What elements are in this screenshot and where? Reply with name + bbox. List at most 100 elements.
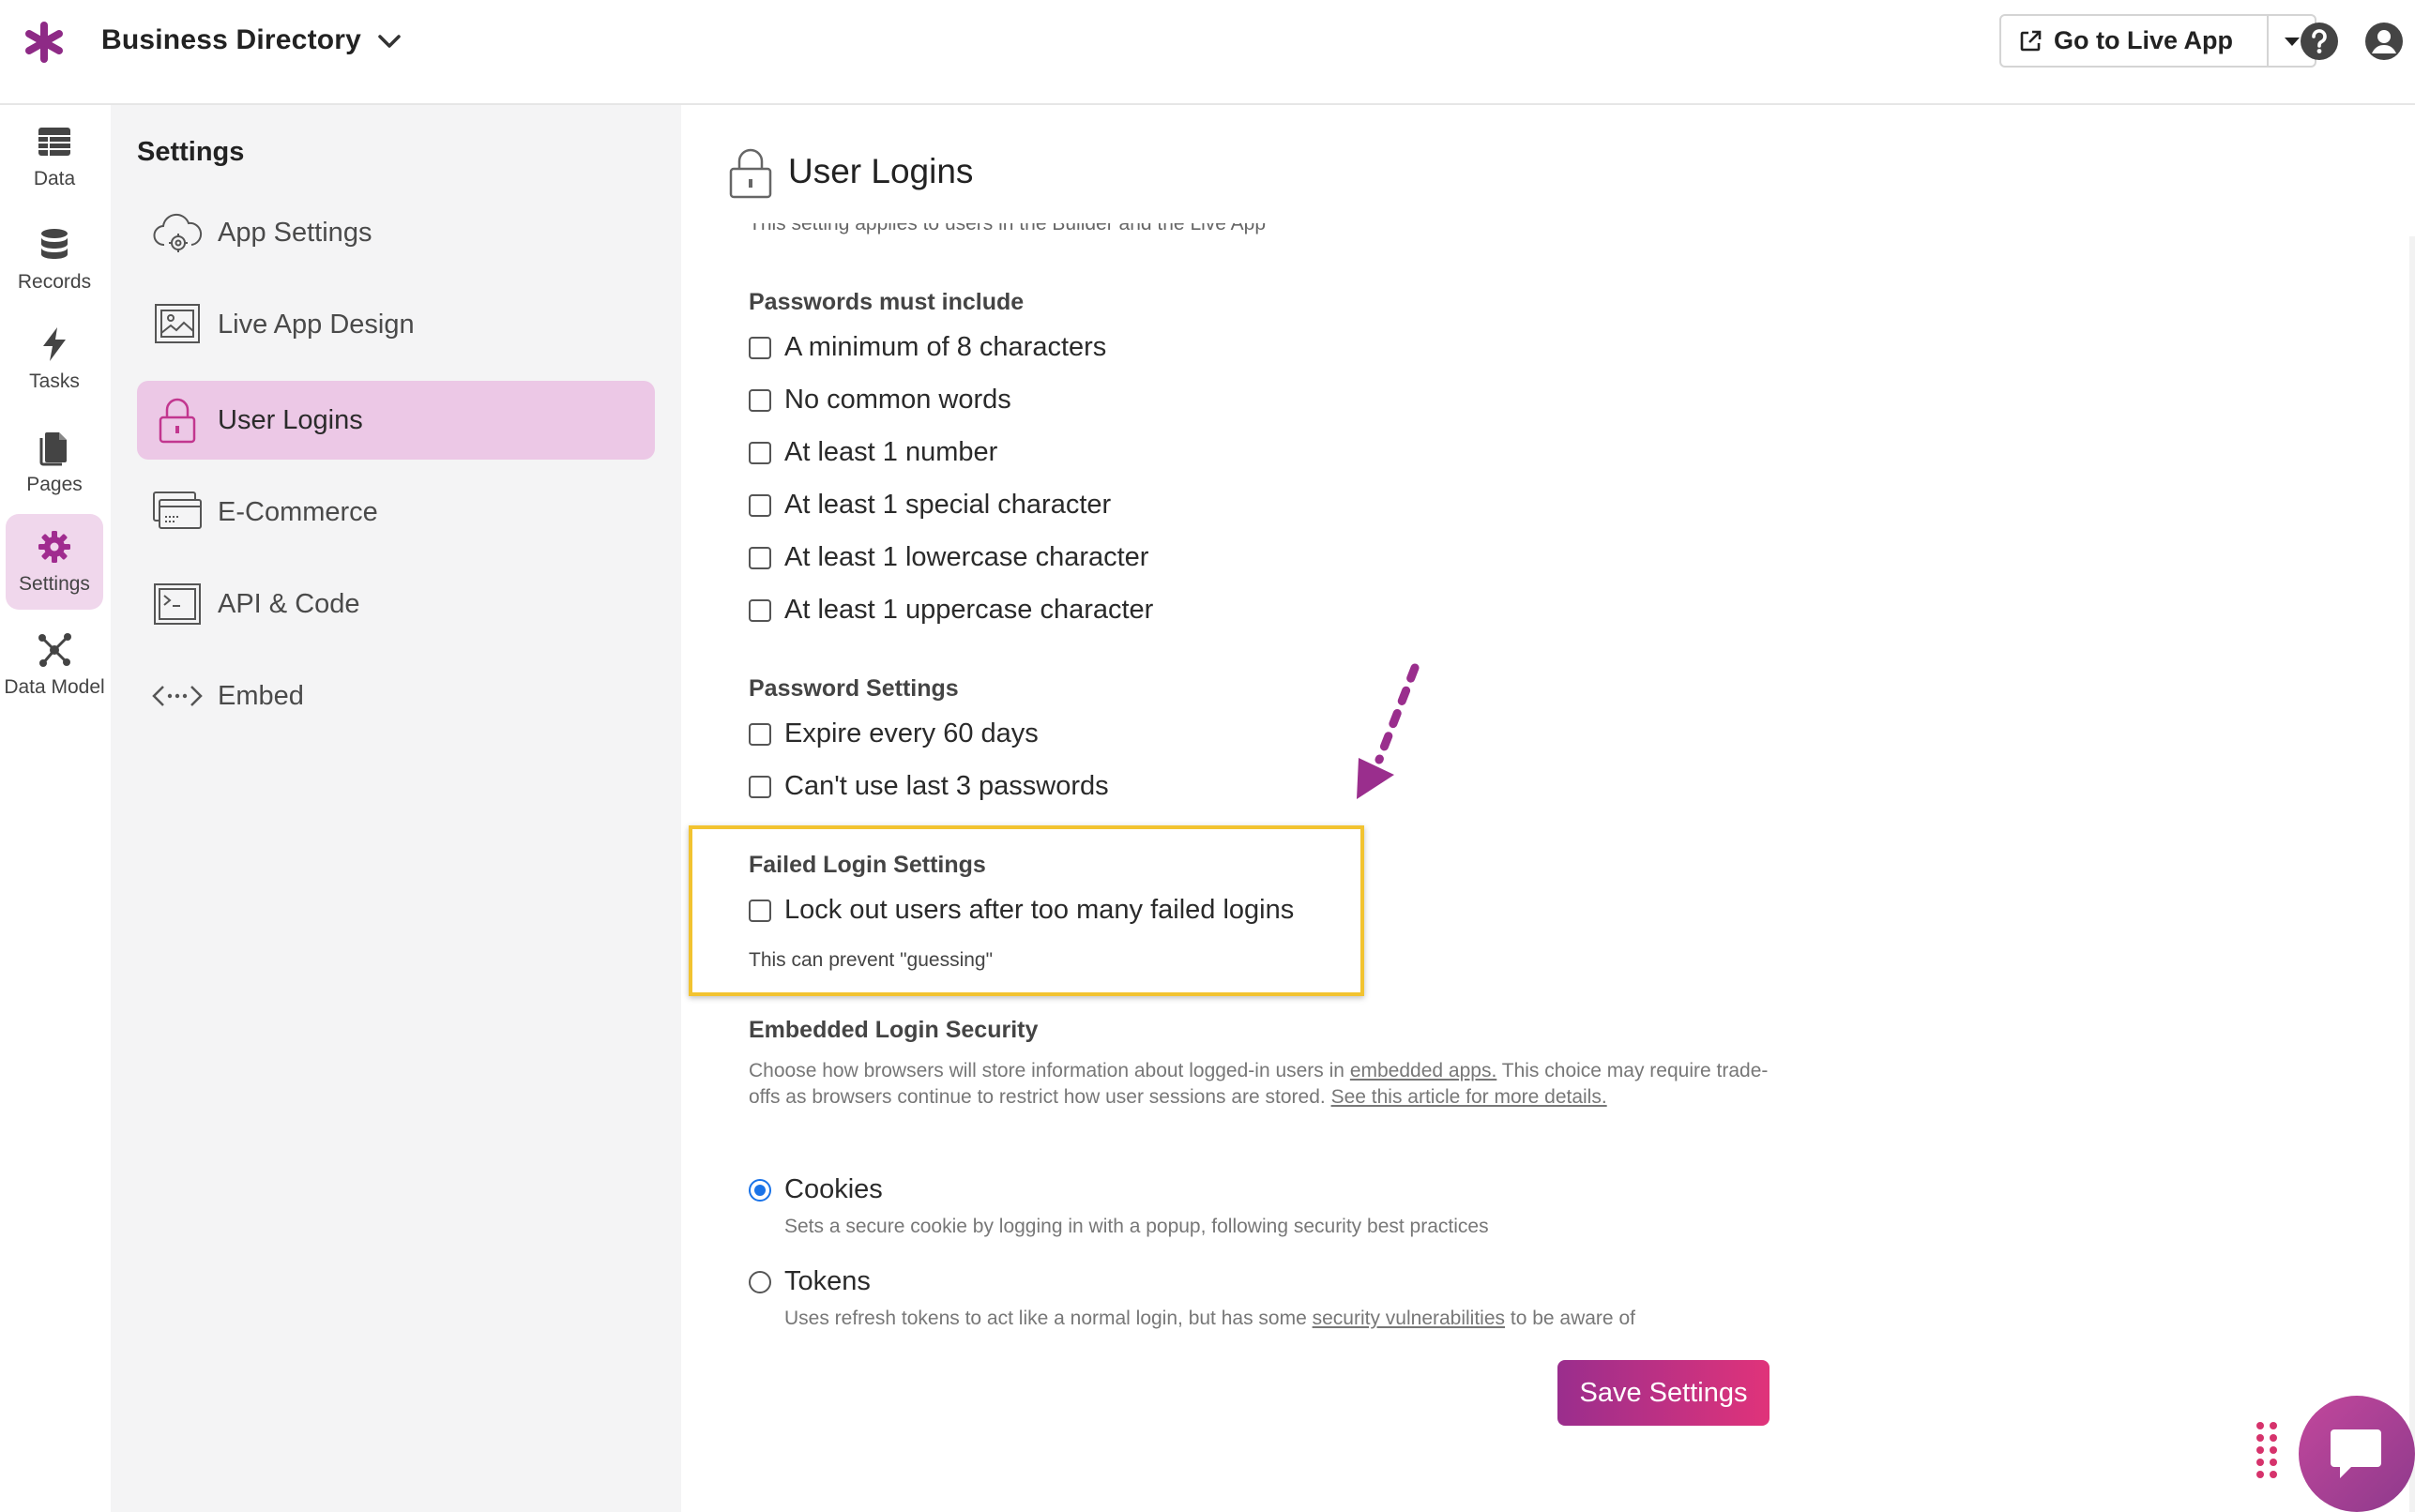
checkbox[interactable] [749,722,771,746]
article-link[interactable]: See this article for more details. [1331,1086,1607,1108]
settings-item-e-commerce[interactable]: E-Commerce [137,473,655,552]
checkbox-lockout-failed-logins[interactable]: Lock out users after too many failed log… [749,895,1294,926]
radio-tokens[interactable]: Tokens [749,1266,871,1297]
radio-cookies[interactable]: Cookies [749,1174,883,1205]
help-icon[interactable] [2299,21,2340,62]
table-icon [38,128,70,156]
rail-item-data[interactable]: Data [6,109,103,204]
rail-item-pages[interactable]: Pages [6,415,103,510]
checkbox[interactable] [749,598,771,622]
rail-label: Data [33,168,76,189]
checkbox[interactable] [749,493,771,517]
settings-item-api-code[interactable]: API & Code [137,565,655,643]
checkbox-one-number[interactable]: At least 1 number [749,437,997,468]
settings-item-label: E-Commerce [218,496,378,527]
checkbox-min-8-chars[interactable]: A minimum of 8 characters [749,332,1106,363]
checkbox-label: Expire every 60 days [784,718,1039,748]
settings-item-label: App Settings [218,217,372,248]
settings-item-live-app-design[interactable]: Live App Design [137,285,655,364]
lightning-icon [43,327,66,361]
checkbox-one-special[interactable]: At least 1 special character [749,490,1111,521]
rail-item-records[interactable]: Records [6,212,103,308]
scrollbar[interactable] [2409,236,2415,1512]
settings-panel-title: Settings [137,137,245,167]
rail-label: Pages [26,474,83,495]
rail-item-tasks[interactable]: Tasks [6,311,103,407]
settings-item-app-settings[interactable]: App Settings [137,193,655,272]
chat-icon [2331,1429,2381,1478]
radio-button[interactable] [749,1270,771,1293]
security-vulnerabilities-link[interactable]: security vulnerabilities [1313,1308,1505,1329]
settings-item-label: User Logins [218,404,363,435]
radio-label: Tokens [784,1266,871,1296]
settings-item-label: Live App Design [218,309,415,340]
settings-item-embed[interactable]: Embed [137,657,655,735]
description-text: Choose how browsers will store informati… [749,1060,1350,1081]
user-account-icon[interactable] [2363,21,2405,62]
gear-icon [38,531,70,563]
embed-code-icon [152,686,203,706]
checkbox-no-common-words[interactable]: No common words [749,385,1011,416]
pages-icon [39,432,67,466]
drag-handle-icon[interactable] [2254,1420,2280,1482]
checkbox-label: Lock out users after too many failed log… [784,895,1295,925]
password-settings-label: Password Settings [749,675,959,702]
rail-label: Data Model [4,676,105,698]
embedded-security-description: Choose how browsers will store informati… [749,1058,1790,1111]
checkbox-label: Can't use last 3 passwords [784,771,1109,801]
checkbox[interactable] [749,899,771,922]
cookies-description: Sets a secure cookie by logging in with … [784,1216,1489,1237]
failed-login-hint: This can prevent "guessing" [749,949,994,971]
embedded-apps-link[interactable]: embedded apps. [1350,1060,1496,1081]
chat-launcher-button[interactable] [2299,1396,2415,1512]
left-nav-rail: Data Records Tasks Pages Settings Data M… [0,105,111,1512]
go-to-live-app-label: Go to Live App [2054,26,2233,54]
rail-item-settings[interactable]: Settings [6,514,103,610]
checkbox-label: A minimum of 8 characters [784,332,1107,362]
checkbox[interactable] [749,336,771,359]
checkbox-label: At least 1 lowercase character [784,542,1149,572]
passwords-section-label: Passwords must include [749,289,1025,315]
settings-item-label: API & Code [218,588,360,619]
checkbox-one-uppercase[interactable]: At least 1 uppercase character [749,595,1153,626]
checkbox-one-lowercase[interactable]: At least 1 lowercase character [749,542,1148,573]
checkbox-label: At least 1 uppercase character [784,595,1154,625]
checkbox-label: At least 1 special character [784,490,1112,520]
checkbox-label: No common words [784,385,1011,415]
network-icon [38,633,71,667]
partially-scrolled-text: This setting applies to users in the Bui… [749,223,1267,234]
checkbox-label: At least 1 number [784,437,998,467]
lock-icon [159,398,196,444]
settings-panel: Settings App Settings Live App Design Us… [111,105,681,1512]
lock-icon [729,148,772,199]
credit-card-icon [153,491,202,529]
checkbox[interactable] [749,775,771,798]
rail-label: Settings [19,573,90,595]
terminal-icon [154,583,201,625]
asterisk-logo-icon[interactable] [23,21,66,64]
checkbox-expire-60-days[interactable]: Expire every 60 days [749,718,1039,749]
external-link-icon [2020,30,2042,51]
checkbox[interactable] [749,388,771,412]
rail-label: Records [17,271,92,293]
radio-button[interactable] [749,1178,771,1202]
image-icon [155,304,200,343]
main-content: User Logins This setting applies to user… [681,105,2415,1512]
cloud-gear-icon [153,213,203,252]
app-title[interactable]: Business Directory [101,24,361,56]
tokens-description: Uses refresh tokens to act like a normal… [784,1308,1635,1330]
top-bar: Business Directory Go to Live App [0,0,2415,105]
checkbox[interactable] [749,546,771,569]
save-settings-button[interactable]: Save Settings [1557,1360,1769,1426]
page-title: User Logins [788,152,974,190]
go-to-live-app-button[interactable]: Go to Live App [1999,14,2269,68]
rail-label: Tasks [29,370,80,392]
checkbox[interactable] [749,441,771,464]
checkbox-last-3-passwords[interactable]: Can't use last 3 passwords [749,771,1109,802]
rail-item-data-model[interactable]: Data Model [4,617,105,713]
annotation-arrow-icon [1357,663,1420,799]
chevron-down-icon[interactable] [375,30,403,53]
settings-item-user-logins[interactable]: User Logins [137,381,655,460]
database-icon [41,229,68,259]
failed-login-settings-label: Failed Login Settings [749,852,986,878]
